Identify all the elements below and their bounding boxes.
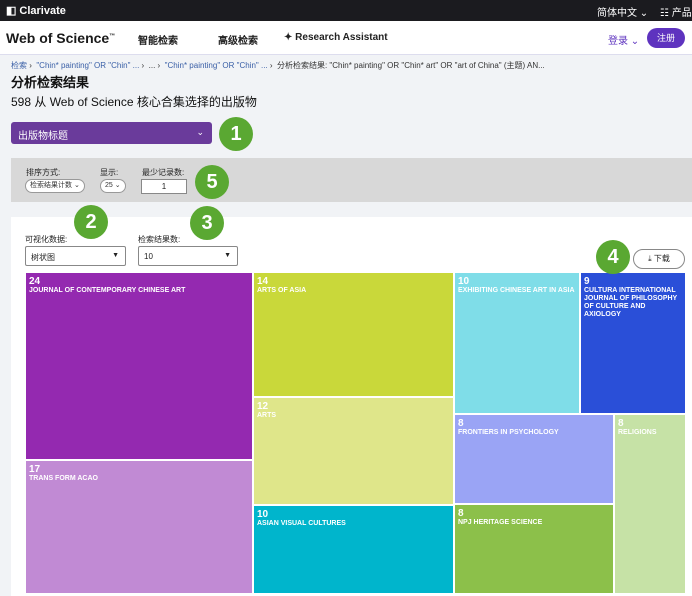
tile-name: NPJ HERITAGE SCIENCE [458, 519, 543, 526]
caret-down-icon: ▼ [112, 252, 119, 259]
breadcrumb-query-2[interactable]: "Chin* painting" OR "Chin" ... [165, 61, 268, 70]
annotation-badge-3: 3 [190, 206, 224, 240]
show-select[interactable]: 25 ⌄ [100, 179, 126, 193]
field-dropdown[interactable]: 出版物标题 ⌄ [11, 122, 212, 144]
login-button[interactable]: 登录 ⌄ [608, 32, 639, 47]
tile-name: ARTS [257, 412, 277, 419]
show-value: 25 [105, 182, 113, 189]
breadcrumb-query-1[interactable]: "Chin* painting" OR "Chin" ... [36, 61, 139, 70]
chevron-down-icon: ⌄ [639, 8, 649, 19]
login-label: 登录 [608, 36, 628, 47]
tile-count: 14 [257, 276, 269, 287]
result-count-label: 检索结果数: [138, 235, 181, 244]
tile-name: RELIGIONS [618, 429, 657, 436]
controls-bar: 排序方式: 检索结果计数 ⌄ 显示: 25 ⌄ 最少记录数: 1 [11, 158, 692, 202]
tile-name: TRANS FORM ACAO [29, 475, 98, 482]
products-menu[interactable]: ☷ 产品 [660, 4, 692, 19]
show-label: 显示: [100, 168, 119, 177]
treemap-tile[interactable]: 24 JOURNAL OF CONTEMPORARY CHINESE ART [25, 272, 253, 460]
register-button[interactable]: 注册 [647, 28, 685, 48]
download-icon: ⤓ [648, 254, 652, 263]
result-count-select[interactable]: 10 ▼ [138, 246, 238, 266]
annotation-badge-2: 2 [74, 205, 108, 239]
language-selector[interactable]: 简体中文 ⌄ [597, 4, 648, 19]
treemap-tile[interactable]: 10 ASIAN VISUAL CULTURES [253, 505, 454, 594]
tile-count: 9 [584, 276, 590, 287]
chevron-down-icon: ⌄ [114, 182, 121, 189]
page-title: 分析检索结果 [11, 75, 90, 90]
tile-count: 8 [458, 508, 464, 519]
annotation-badge-4: 4 [596, 240, 630, 274]
result-count-value: 10 [144, 252, 153, 261]
language-label: 简体中文 [597, 8, 637, 19]
tile-count: 8 [618, 418, 624, 429]
tile-name: JOURNAL OF CONTEMPORARY CHINESE ART [29, 287, 186, 294]
field-dropdown-label: 出版物标题 [18, 131, 68, 142]
grid-icon: ☷ [660, 8, 669, 19]
annotation-badge-1: 1 [219, 117, 253, 151]
tile-count: 10 [458, 276, 470, 287]
tile-count: 10 [257, 509, 269, 520]
treemap-tile[interactable]: 8 RELIGIONS [614, 414, 686, 594]
tile-name: ARTS OF ASIA [257, 287, 307, 294]
breadcrumb-ellipsis[interactable]: ... [149, 61, 156, 70]
viz-type-label: 可视化数据: [25, 235, 68, 244]
tile-count: 24 [29, 276, 41, 287]
tile-name: EXHIBITING CHINESE ART IN ASIA [458, 287, 575, 294]
sort-label: 排序方式: [26, 168, 61, 177]
clarivate-icon: ◧ [6, 5, 17, 17]
min-records-input[interactable]: 1 [141, 179, 187, 194]
clarivate-logo[interactable]: ◧ Clarivate [6, 4, 66, 18]
sort-value: 检索结果计数 [30, 182, 72, 189]
breadcrumb-current: 分析检索结果: "Chin* painting" OR "Chin* art" … [276, 61, 545, 70]
treemap-tile[interactable]: 12 ARTS [253, 397, 454, 505]
nav-advanced-search[interactable]: 高级检索 [218, 32, 258, 47]
download-button[interactable]: ⤓ 下载 [633, 249, 685, 269]
caret-down-icon: ▼ [224, 252, 231, 259]
tile-name: CULTURA INTERNATIONAL JOURNAL OF PHILOSO… [584, 287, 678, 318]
nav-smart-search[interactable]: 智能检索 [138, 32, 178, 47]
results-summary: 598 从 Web of Science 核心合集选择的出版物 [11, 95, 257, 109]
nav-research-assistant[interactable]: ✦ Research Assistant [284, 32, 388, 43]
treemap-tile[interactable]: 14 ARTS OF ASIA [253, 272, 454, 397]
breadcrumb-search[interactable]: 检索 [11, 61, 27, 70]
wos-logo[interactable]: Web of Science™ [6, 30, 115, 46]
sparkle-icon: ✦ [284, 32, 293, 43]
annotation-badge-5: 5 [195, 165, 229, 199]
products-label: 产品 [671, 8, 692, 19]
treemap-tile[interactable]: 9 CULTURA INTERNATIONAL JOURNAL OF PHILO… [580, 272, 686, 414]
tile-name: ASIAN VISUAL CULTURES [257, 520, 346, 527]
sort-select[interactable]: 检索结果计数 ⌄ [25, 179, 85, 193]
treemap-tile[interactable]: 10 EXHIBITING CHINESE ART IN ASIA [454, 272, 580, 414]
wos-logo-text: Web of Science [6, 30, 110, 46]
chevron-down-icon: ⌄ [630, 36, 640, 47]
treemap-tile[interactable]: 8 FRONTIERS IN PSYCHOLOGY [454, 414, 614, 504]
chevron-down-icon: ⌄ [73, 182, 80, 189]
trademark: ™ [109, 33, 116, 40]
viz-type-select[interactable]: 树状图 ▼ [25, 246, 126, 266]
tile-count: 12 [257, 401, 269, 412]
research-assistant-label: Research Assistant [295, 32, 388, 43]
main-navbar: Web of Science™ 智能检索 高级检索 ✦ Research Ass… [0, 21, 692, 55]
min-records-label: 最少记录数: [142, 168, 185, 177]
treemap-tile[interactable]: 17 TRANS FORM ACAO [25, 460, 253, 594]
treemap-tile[interactable]: 8 NPJ HERITAGE SCIENCE [454, 504, 614, 594]
tile-count: 17 [29, 464, 41, 475]
breadcrumb: 检索 › "Chin* painting" OR "Chin" ... › ..… [11, 61, 545, 70]
tile-count: 8 [458, 418, 464, 429]
top-bar: ◧ Clarivate 简体中文 ⌄ ☷ 产品 [0, 0, 692, 21]
viz-type-value: 树状图 [31, 253, 55, 262]
chevron-down-icon: ⌄ [196, 127, 204, 137]
download-label: 下载 [653, 254, 670, 263]
brand-label: Clarivate [19, 4, 66, 17]
tile-name: FRONTIERS IN PSYCHOLOGY [458, 429, 559, 436]
